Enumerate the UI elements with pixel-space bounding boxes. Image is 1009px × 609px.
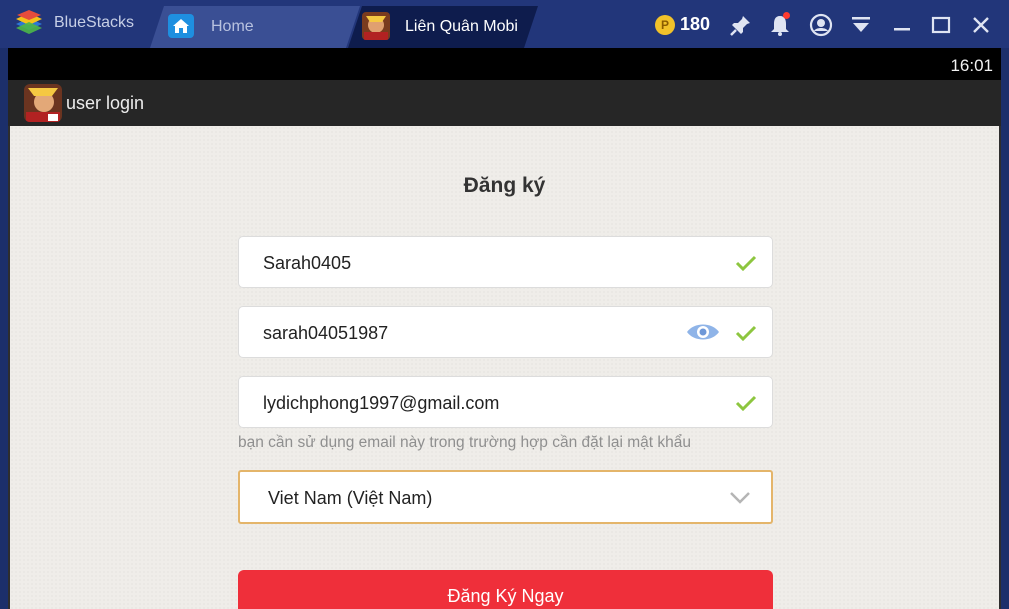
menu-icon[interactable] [849,13,873,37]
email-value: lydichphong1997@gmail.com [263,393,500,413]
notification-dot [783,12,790,19]
app-icon [24,84,62,122]
check-icon [735,325,757,342]
country-select[interactable]: Viet Nam (Việt Nam) [238,470,773,524]
password-value: sarah04051987 [263,323,389,343]
account-icon[interactable] [809,13,833,37]
chevron-down-icon [730,492,750,504]
emulator-frame: 16:01 user login Đăng ký Sarah0405 sarah… [8,48,1001,609]
email-field[interactable]: lydichphong1997@gmail.com [238,376,773,428]
pin-icon[interactable] [729,13,753,37]
country-value: Viet Nam (Việt Nam) [268,488,433,508]
app-title: user login [66,93,145,113]
tab-home-label: Home [211,18,254,35]
bluestacks-logo-icon [16,10,42,34]
home-icon [168,14,194,38]
coin-icon[interactable]: P [655,15,675,35]
check-icon [735,395,757,412]
tab-lien-quan[interactable]: Liên Quân Mobi [348,6,538,48]
clock: 16:01 [950,56,993,75]
signup-panel: Đăng ký Sarah0405 sarah04051987 lydichph… [10,126,999,609]
check-icon [735,255,757,272]
email-hint: bạn cần sử dụng email này trong trường h… [238,434,691,451]
minimize-icon[interactable] [890,13,914,37]
close-icon[interactable] [969,13,993,37]
register-button[interactable]: Đăng Ký Ngay [238,570,773,609]
password-field[interactable]: sarah04051987 [238,306,773,358]
app-name: BlueStacks [54,14,135,31]
tab-lien-quan-label: Liên Quân Mobi [405,18,518,35]
title-bar: BlueStacks Home Liên Quân Mobi P 180 [0,0,1009,48]
game-icon [362,12,390,40]
tab-home[interactable]: Home [150,6,360,48]
bell-icon[interactable] [768,12,792,37]
status-bar: 16:01 [8,48,1001,80]
coin-count[interactable]: 180 [680,14,710,35]
app-bar: user login [8,80,1001,126]
username-value: Sarah0405 [263,253,352,273]
maximize-icon[interactable] [929,13,953,37]
username-field[interactable]: Sarah0405 [238,236,773,288]
eye-icon[interactable] [686,321,720,343]
form-title: Đăng ký [463,174,546,197]
